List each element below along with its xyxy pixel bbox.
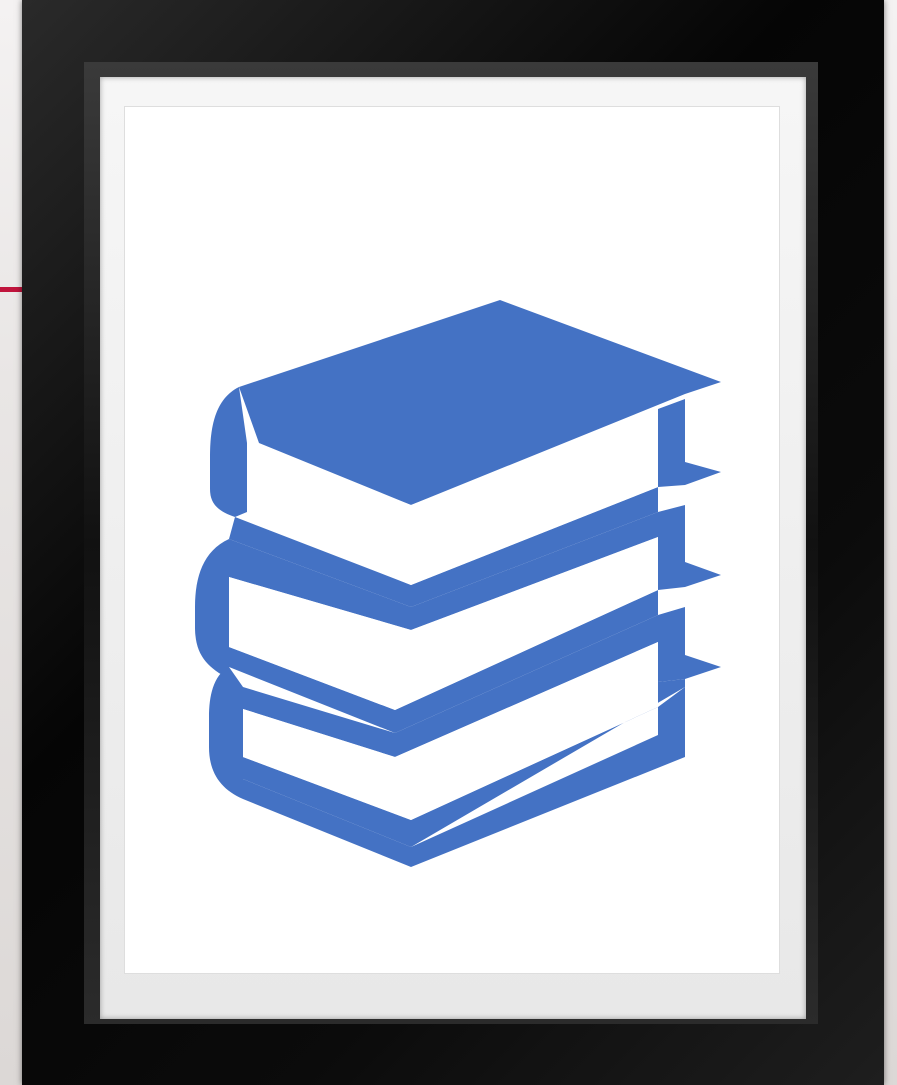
picture-frame bbox=[22, 0, 884, 1085]
slide-canvas bbox=[0, 0, 897, 1085]
books-stack-icon bbox=[195, 300, 721, 867]
framed-artwork bbox=[124, 106, 780, 974]
